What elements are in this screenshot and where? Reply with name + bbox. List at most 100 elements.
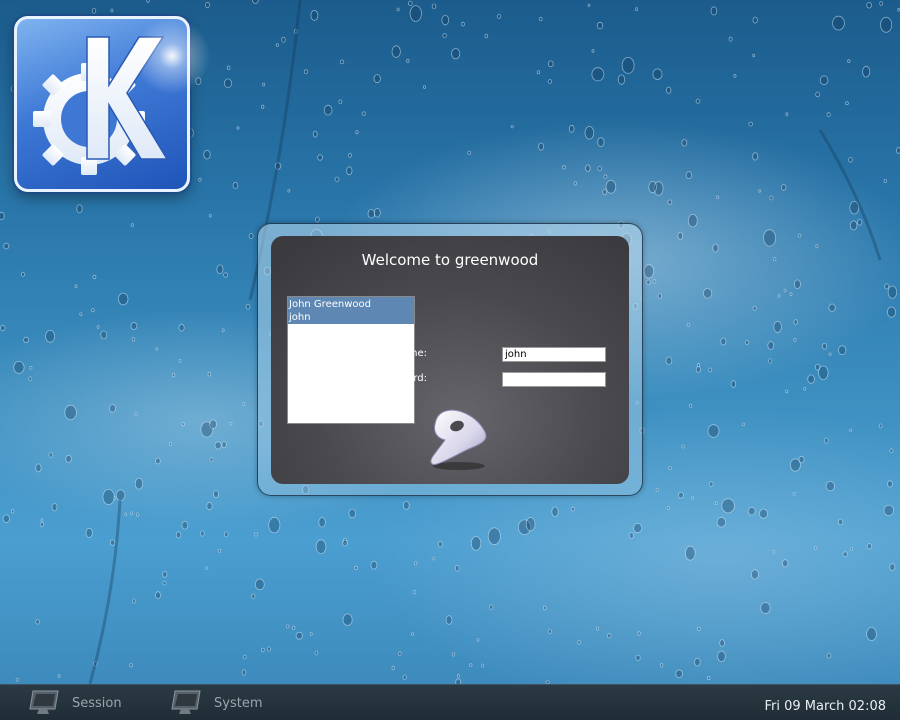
raindrop [752, 305, 757, 311]
water-streak [818, 129, 882, 261]
raindrop [772, 257, 777, 262]
raindrop [221, 328, 225, 333]
raindrop [100, 330, 108, 340]
raindrop [538, 16, 543, 22]
raindrop [241, 669, 247, 676]
raindrop [74, 284, 78, 289]
raindrop [785, 112, 789, 117]
raindrop [232, 181, 239, 189]
user-login-name: john [289, 312, 311, 323]
session-label: Session [72, 695, 122, 711]
raindrop [717, 650, 726, 662]
raindrop [275, 43, 279, 47]
raindrop [659, 663, 664, 668]
password-input[interactable] [502, 372, 606, 387]
raindrop [162, 581, 167, 586]
raindrop [792, 491, 796, 496]
raindrop [790, 458, 801, 472]
raindrop [291, 625, 296, 630]
raindrop [750, 569, 759, 580]
raindrop [637, 631, 641, 636]
raindrop [496, 14, 502, 19]
raindrop [665, 356, 673, 365]
raindrop [695, 98, 701, 104]
raindrop [681, 139, 688, 147]
raindrop [849, 547, 854, 551]
raindrop [691, 496, 695, 500]
raindrop [367, 208, 375, 219]
raindrop [849, 220, 858, 231]
raindrop [348, 508, 357, 519]
raindrop [109, 404, 116, 413]
raindrop [814, 363, 821, 371]
raindrop [181, 422, 185, 427]
raindrop [35, 619, 40, 625]
raindrop [889, 448, 894, 454]
gentoo-logo [430, 409, 487, 470]
raindrop [254, 578, 265, 591]
raindrop [752, 152, 759, 161]
raindrop [205, 566, 209, 570]
raindrop [315, 216, 320, 223]
raindrop [538, 142, 544, 151]
raindrop [45, 329, 56, 343]
raindrop [2, 514, 10, 524]
raindrop [110, 8, 114, 13]
raindrop [752, 16, 758, 24]
raindrop [79, 312, 83, 316]
raindrop [461, 21, 465, 27]
raindrop [65, 454, 72, 463]
session-button[interactable]: Session [28, 685, 122, 720]
raindrop [115, 489, 126, 501]
system-label: System [214, 695, 263, 711]
raindrop [793, 319, 798, 325]
raindrop [777, 294, 781, 298]
raindrop [716, 195, 720, 199]
raindrop [402, 674, 407, 680]
raindrop [819, 75, 829, 85]
raindrop [355, 130, 359, 135]
raindrop [793, 279, 801, 290]
raindrop [406, 58, 410, 63]
raindrop [570, 506, 576, 512]
raindrop [23, 336, 30, 343]
raindrop [838, 345, 847, 356]
raindrop [605, 179, 617, 194]
raindrop [252, 0, 259, 4]
raindrop [887, 306, 897, 318]
raindrop [879, 1, 883, 6]
raindrop [832, 15, 845, 31]
raindrop [266, 646, 271, 652]
user-full-name: John Greenwood [289, 299, 371, 310]
username-input[interactable] [502, 347, 606, 362]
raindrop [131, 336, 136, 342]
raindrop [15, 678, 19, 682]
raindrop [130, 223, 134, 227]
raindrop [281, 36, 286, 43]
raindrop [862, 65, 871, 78]
raindrop [217, 548, 222, 553]
raindrop [209, 457, 214, 463]
raindrop [782, 559, 789, 568]
raindrop [39, 521, 45, 528]
raindrop [781, 184, 787, 191]
system-button[interactable]: System [170, 685, 262, 720]
raindrop [826, 112, 831, 118]
raindrop [716, 516, 727, 528]
raindrop [0, 211, 5, 221]
monitor-icon [171, 690, 201, 714]
raindrop [155, 347, 159, 351]
raindrop [40, 518, 44, 522]
user-list-item[interactable]: John Greenwood john [288, 297, 414, 324]
raindrop [206, 502, 213, 511]
user-list[interactable]: John Greenwood john [287, 296, 415, 424]
raindrop [134, 411, 138, 416]
raindrop [768, 358, 773, 364]
raindrop [880, 16, 893, 33]
raindrop [748, 121, 753, 127]
raindrop [91, 308, 95, 313]
raindrop [57, 674, 61, 678]
raindrop [883, 179, 887, 183]
raindrop [837, 518, 844, 526]
raindrop [596, 21, 604, 30]
